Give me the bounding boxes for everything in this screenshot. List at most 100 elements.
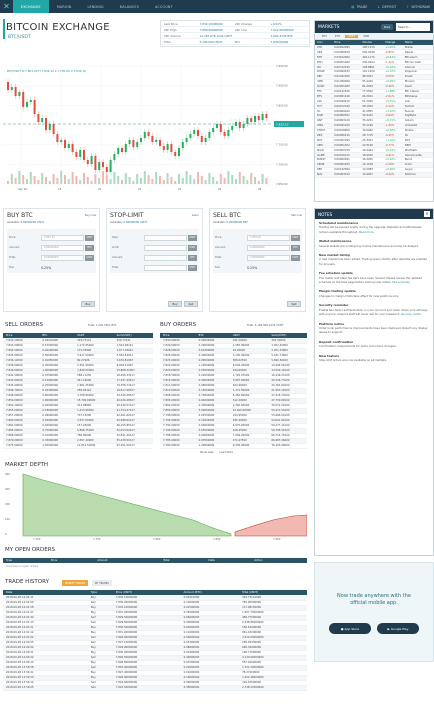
nav-tab-margin[interactable]: MARGIN <box>49 0 80 13</box>
limit-input[interactable] <box>144 244 187 251</box>
sell-form: Price: 7,832.10 USDT Amount: 0.00000000 BTC … <box>213 229 302 273</box>
stop-limit-title: STOP-LIMIT <box>110 212 144 219</box>
my-trades-tab[interactable]: MY TRADES <box>92 580 112 586</box>
order-row[interactable]: 2018-09-28 13:59:05 Sell 7,823.50000000 0.3… <box>3 685 307 691</box>
sell-total-input[interactable]: 0.00000000 <box>247 254 290 261</box>
unit-label: BTC <box>291 244 300 251</box>
limit-label: Limit: <box>112 246 120 249</box>
candle <box>75 152 78 157</box>
note-item: Wallet maintenance Several wallets are un… <box>315 237 433 251</box>
available-label: Available: <box>110 221 123 224</box>
load-more-link[interactable]: Load More <box>220 451 233 454</box>
candle <box>197 130 199 136</box>
nav-right: ▤ TRADE ↓ DEPOSIT ↑ WITHDRAW <box>351 0 430 13</box>
sell-balance-value[interactable]: 0.00000000 BTC <box>226 221 248 224</box>
candle <box>18 92 21 96</box>
stop-limit-link[interactable]: Learn <box>192 214 199 217</box>
candle <box>121 148 123 152</box>
note-heading: Margin trading update <box>319 289 356 294</box>
note-heading: Deposit confirmation <box>319 339 354 344</box>
candle <box>113 154 116 160</box>
order-row[interactable]: 7,875.00000 1.50000000 11,812.50000 67,251.… <box>3 443 153 449</box>
sell-button[interactable]: Sell <box>287 301 301 307</box>
buy-button[interactable]: Buy <box>81 301 95 307</box>
volume-bar <box>64 175 66 184</box>
order-cell: 7,823.50000000 <box>112 685 181 691</box>
stop-sell-button[interactable]: Sell <box>184 301 198 307</box>
nav-tab-balances[interactable]: BALANCES <box>112 0 147 13</box>
google-play-label: Google Play <box>390 626 409 631</box>
candle <box>14 87 17 96</box>
price-chart[interactable]: 7,950.007,900.007,850.007,800.007,750.00… <box>3 52 307 202</box>
order-row[interactable]: 7,780.00000 1.20000000 9,336.00000 76,323.2… <box>160 443 307 449</box>
tab-xmr[interactable]: XMR <box>360 35 372 38</box>
nav-tab-lending[interactable]: LENDING <box>79 0 111 13</box>
promo-text-2: official mobile app. <box>350 600 398 606</box>
candle <box>56 134 59 142</box>
buy-orders-table: Price BTC USDT Sum(USDT) 7,830.00000 0.050000… <box>160 333 307 449</box>
buy-balance-value[interactable]: 0.00000000 USDT <box>20 221 44 224</box>
unit-label: USDT <box>188 234 197 241</box>
market-cell: 10.9941 <box>360 172 384 178</box>
buy-total-input[interactable]: 0.00000000 <box>41 254 84 261</box>
volume-bar <box>235 179 237 184</box>
chart-icon: ▤ <box>351 4 355 9</box>
market-row[interactable]: NAV 0.00003010 10.9941 -0.52% NAVCoin <box>315 172 433 178</box>
tab-eth[interactable]: ETH <box>332 35 343 38</box>
tab-btc[interactable]: BTC <box>319 35 330 38</box>
market-search-input[interactable]: Search... <box>396 23 430 31</box>
buy-link[interactable]: Buy now <box>85 214 96 217</box>
close-icon[interactable]: × <box>424 211 430 217</box>
sell-link[interactable]: Sell now <box>291 214 302 217</box>
stop-input[interactable] <box>144 234 187 241</box>
nav-tab-account[interactable]: ACCOUNT <box>147 0 181 13</box>
market-cell: NAV <box>315 172 333 178</box>
show-less-link[interactable]: Show Less <box>200 451 214 454</box>
info-cell: 24h Low <box>235 27 247 32</box>
stop-buy-button[interactable]: Buy <box>168 301 182 307</box>
candle <box>250 118 253 122</box>
note-link[interactable]: Fee schedule <box>392 280 410 284</box>
volume-bar <box>200 176 203 184</box>
stop-total-input[interactable] <box>144 264 187 271</box>
title-accent <box>3 19 5 39</box>
buy-price-input[interactable]: 7,832.10 <box>41 234 84 241</box>
sell-price-input[interactable]: 7,832.10 <box>247 234 290 241</box>
depth-x-tick: 7,850 <box>213 537 221 540</box>
note-link[interactable]: Read more <box>359 230 374 234</box>
price-label: Price: <box>9 236 17 239</box>
stop-balance-value[interactable]: 0.00000000 USDT <box>123 221 147 224</box>
depth-y-tick: 0 <box>5 532 7 536</box>
google-play-button[interactable]: ▶ Google Play <box>377 623 419 634</box>
market-depth-chart[interactable]: 400 300 200 100 0 7,700 7,750 7,800 7,850 7,900 <box>3 470 307 540</box>
nav-tab-exchange[interactable]: EXCHANGE <box>13 0 49 13</box>
candle <box>147 132 150 136</box>
candle <box>200 136 203 142</box>
volume-bar <box>204 180 207 184</box>
info-cell: 1,602.3345 BTC <box>270 33 293 38</box>
stop-limit-panel: STOP-LIMIT Learn Available: 0.00000000 US… <box>106 208 203 312</box>
logo-icon[interactable]: ✕ <box>0 0 13 13</box>
nav-link-deposit[interactable]: ↓ DEPOSIT <box>377 5 396 9</box>
nav-link-trade[interactable]: ▤ TRADE <box>351 5 367 9</box>
volume-bar <box>22 175 25 184</box>
volume-bar <box>231 175 234 184</box>
stop-amount-input[interactable] <box>144 254 187 261</box>
notes-header: NOTES × <box>315 209 433 219</box>
note-item: Scheduled maintenance Trading will be pau… <box>315 219 433 237</box>
app-store-button[interactable]: ● App Store <box>329 623 371 634</box>
volume-bar <box>185 171 188 184</box>
depth-x-tick: 7,900 <box>273 537 281 540</box>
notes-title: NOTES <box>318 211 333 217</box>
x-tick-label: 24 <box>178 187 182 191</box>
buy-amount-input[interactable]: 0.00000000 <box>41 244 84 251</box>
stars-toggle[interactable]: Stars <box>381 24 393 30</box>
volume-bar <box>265 178 268 184</box>
nav-link-withdraw[interactable]: ↑ WITHDRAW <box>406 5 430 9</box>
tab-usdt[interactable]: USDT <box>345 34 359 38</box>
sell-amount-input[interactable]: 0.00000000 <box>247 244 290 251</box>
note-link[interactable]: Security center <box>401 312 422 316</box>
volume-bar <box>140 178 142 184</box>
market-trades-tab[interactable]: MARKET TRADES <box>62 580 89 586</box>
note-text: Order book performance improvements have… <box>319 325 428 335</box>
